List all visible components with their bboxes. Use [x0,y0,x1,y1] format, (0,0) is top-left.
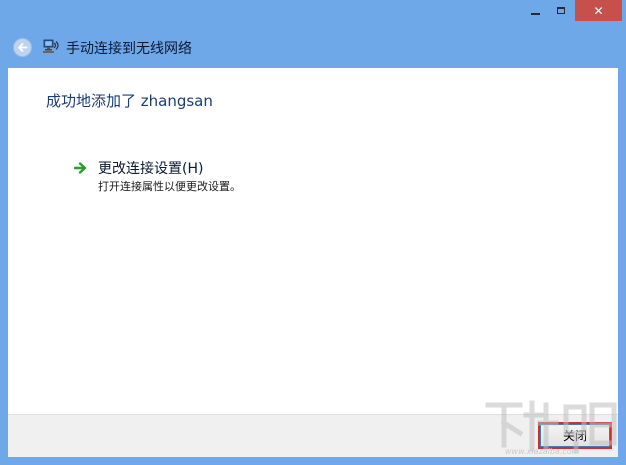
close-window-button[interactable]: ✕ [575,0,622,21]
maximize-icon [557,7,565,14]
task-description: 打开连接属性以便更改设置。 [98,180,241,193]
green-arrow-icon [74,162,87,174]
change-connection-settings-link[interactable]: 更改连接设置(H) 打开连接属性以便更改设置。 [74,158,294,198]
window-title: 手动连接到无线网络 [66,41,192,57]
close-button[interactable]: 关闭 [538,422,612,449]
content-panel: 成功地添加了 zhangsan 更改连接设置(H) 打开连接属性以便更改设置。 [8,68,618,414]
success-heading: 成功地添加了 zhangsan [46,92,213,110]
back-arrow-icon [18,43,28,52]
watermark-site: www.xiazaiba.com [505,447,580,456]
close-icon: ✕ [593,3,604,18]
task-title: 更改连接设置(H) [98,161,204,177]
minimize-icon [530,12,540,15]
back-button[interactable] [13,38,32,57]
maximize-button[interactable] [548,0,574,21]
minimize-button[interactable] [522,0,548,21]
network-icon [43,39,59,53]
dialog-window: ✕ 手动连接到无线网络 成功地添加了 zhangsan 更改连接设置(H) 打开… [0,0,626,465]
